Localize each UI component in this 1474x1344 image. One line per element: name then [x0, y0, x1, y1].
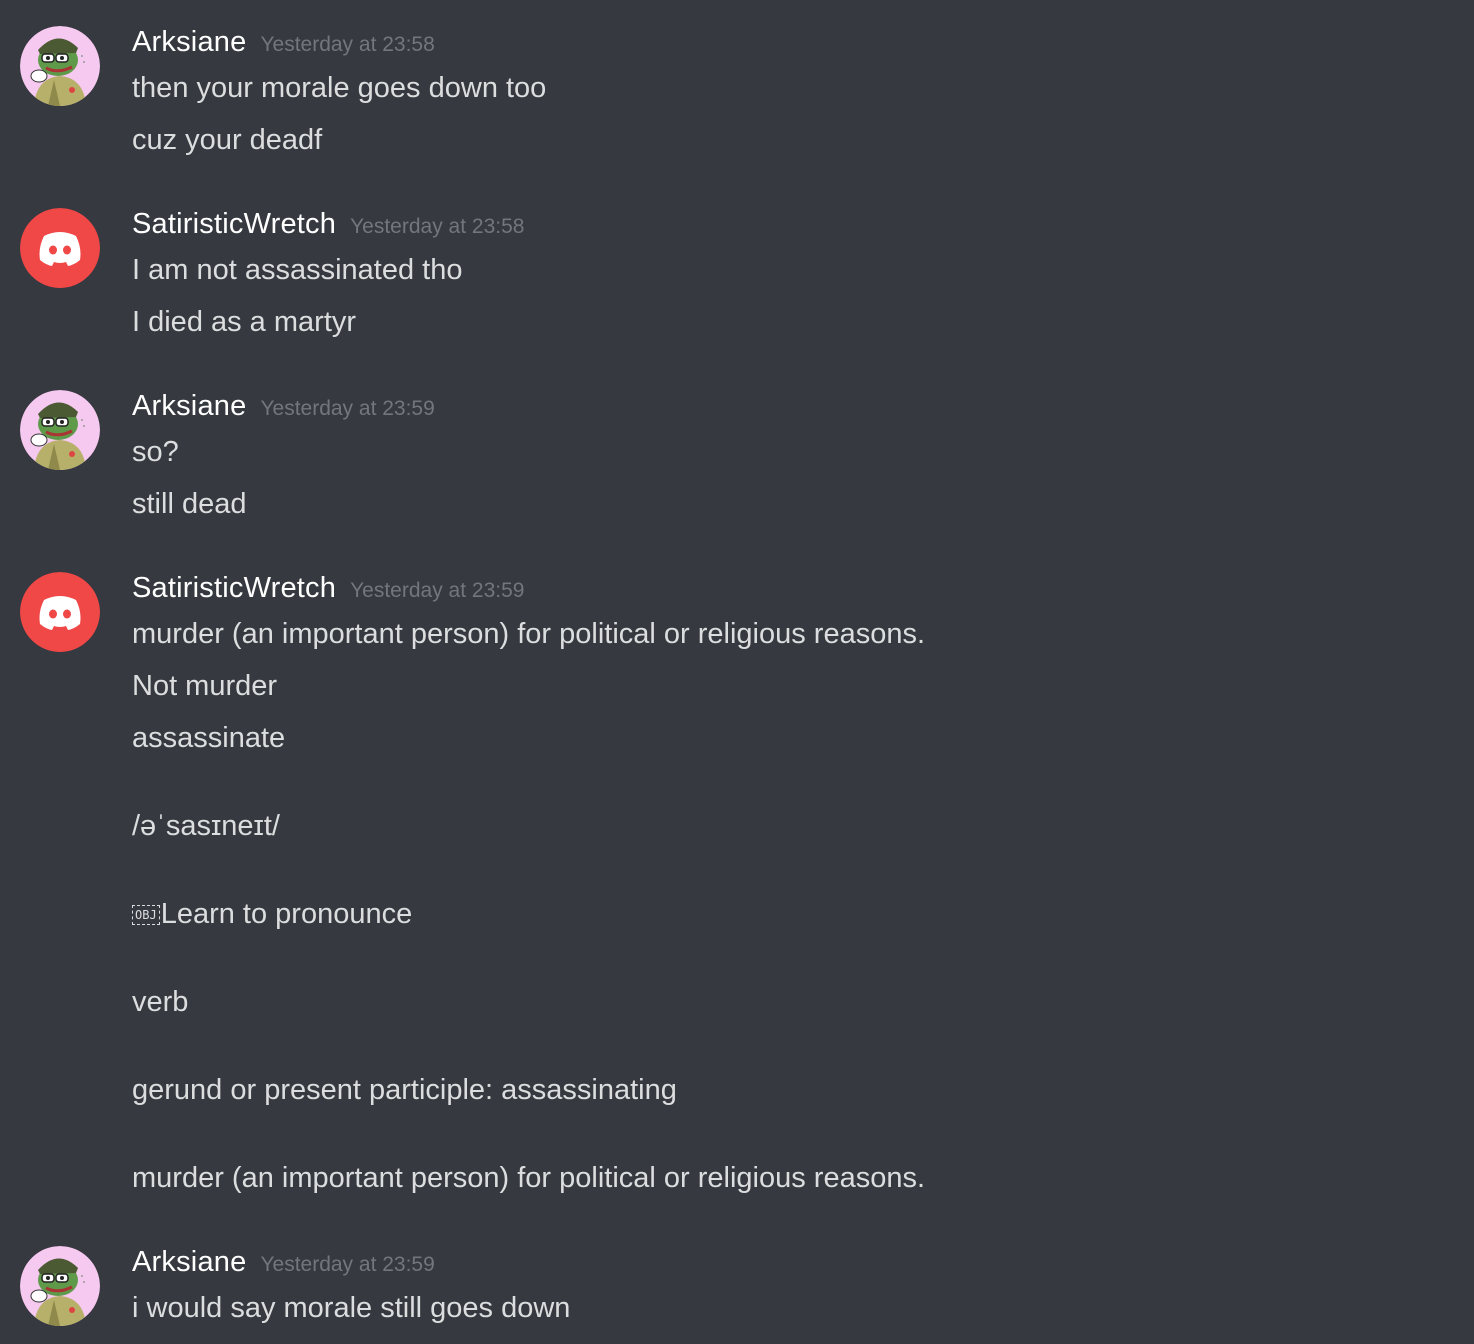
message-text: assassinate: [132, 722, 286, 754]
message-header: Arksiane Yesterday at 23:58: [132, 26, 435, 66]
discord-default-avatar[interactable]: [20, 208, 100, 288]
message-text: I died as a martyr: [132, 306, 357, 338]
object-replacement-glyph: OBJ: [132, 905, 160, 925]
message-text: murder (an important person) for politic…: [132, 1162, 926, 1194]
message-text: Not murder: [132, 670, 278, 702]
message-text: Learn to pronounce: [160, 898, 413, 930]
message-text: I am not assassinated tho: [132, 254, 463, 286]
discord-default-avatar[interactable]: [20, 572, 100, 652]
message-text: gerund or present participle: assassinat…: [132, 1074, 677, 1106]
message-text: murder (an important person) for politic…: [132, 618, 926, 650]
username[interactable]: SatiristicWretch: [132, 572, 336, 604]
message-header: SatiristicWretch Yesterday at 23:59: [132, 572, 524, 612]
message-text: still dead: [132, 488, 247, 520]
message-text: /əˈsasɪneɪt/: [132, 810, 280, 842]
message-text-with-object: OBJ Learn to pronounce: [132, 896, 412, 932]
timestamp: Yesterday at 23:59: [260, 397, 435, 420]
message-header: Arksiane Yesterday at 23:59: [132, 1246, 435, 1286]
username[interactable]: SatiristicWretch: [132, 208, 336, 240]
timestamp: Yesterday at 23:58: [260, 33, 435, 56]
message-text: so?: [132, 436, 179, 468]
message-header: SatiristicWretch Yesterday at 23:58: [132, 208, 524, 248]
message-text: i would say morale still goes down: [132, 1292, 571, 1324]
username[interactable]: Arksiane: [132, 1246, 246, 1278]
timestamp: Yesterday at 23:59: [260, 1253, 435, 1276]
frog-soldier-avatar[interactable]: [20, 390, 100, 470]
timestamp: Yesterday at 23:59: [350, 579, 525, 602]
username[interactable]: Arksiane: [132, 26, 246, 58]
message-text: cuz your deadf: [132, 124, 323, 156]
chat-messages: Arksiane Yesterday at 23:58 then your mor…: [0, 0, 1474, 1344]
message-text: then your morale goes down too: [132, 72, 547, 104]
timestamp: Yesterday at 23:58: [350, 215, 525, 238]
message-header: Arksiane Yesterday at 23:59: [132, 390, 435, 430]
message-text: verb: [132, 986, 189, 1018]
frog-soldier-avatar[interactable]: [20, 1246, 100, 1326]
frog-soldier-avatar[interactable]: [20, 26, 100, 106]
username[interactable]: Arksiane: [132, 390, 246, 422]
